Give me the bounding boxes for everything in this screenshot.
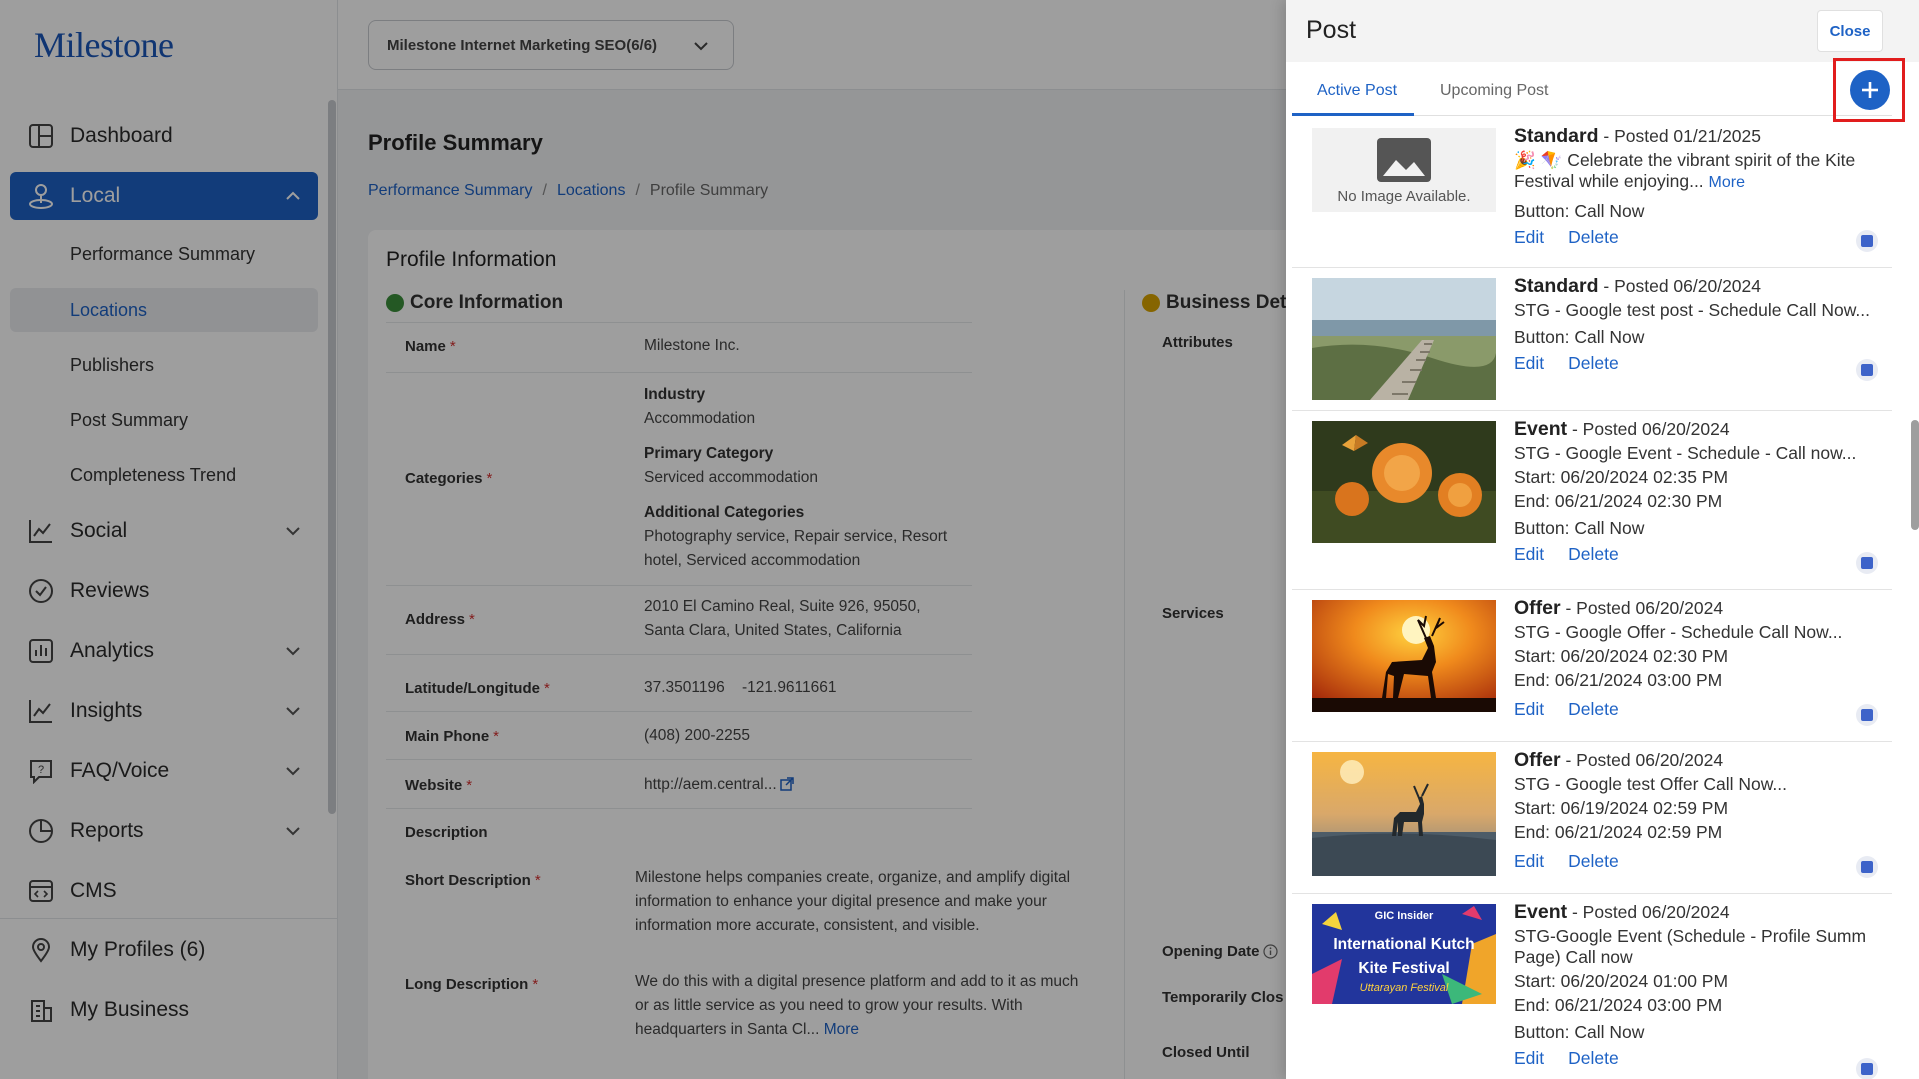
post-button-text: Button: Call Now bbox=[1514, 327, 1645, 347]
panel-scrollbar[interactable] bbox=[1911, 420, 1919, 530]
close-button[interactable]: Close bbox=[1817, 10, 1883, 52]
delete-link[interactable]: Delete bbox=[1568, 353, 1619, 373]
google-business-icon bbox=[1856, 359, 1878, 381]
post-item: Offer - Posted 06/20/2024 STG - Google t… bbox=[1292, 742, 1892, 894]
edit-link[interactable]: Edit bbox=[1514, 699, 1544, 719]
post-type: Standard bbox=[1514, 275, 1599, 297]
post-text: 🎉 🪁 Celebrate the vibrant spirit of the … bbox=[1514, 150, 1856, 170]
post-image bbox=[1312, 600, 1496, 712]
post-type: Offer bbox=[1514, 749, 1561, 771]
delete-link[interactable]: Delete bbox=[1568, 1048, 1619, 1068]
post-text: STG-Google Event (Schedule - Profile Sum… bbox=[1514, 926, 1867, 946]
post-end: End: 06/21/2024 03:00 PM bbox=[1514, 670, 1723, 690]
post-text: STG - Google Offer - Schedule Call Now..… bbox=[1514, 622, 1843, 642]
post-date: - Posted 06/20/2024 bbox=[1567, 902, 1730, 922]
post-item: Standard - Posted 06/20/2024 STG - Googl… bbox=[1292, 268, 1892, 411]
edit-link[interactable]: Edit bbox=[1514, 353, 1544, 373]
post-type: Standard bbox=[1514, 125, 1599, 147]
post-item: Event - Posted 06/20/2024 STG - Google E… bbox=[1292, 411, 1892, 590]
post-start: Start: 06/20/2024 02:35 PM bbox=[1514, 467, 1729, 487]
post-date: - Posted 06/20/2024 bbox=[1598, 276, 1761, 296]
post-image bbox=[1312, 752, 1496, 876]
post-start: Start: 06/20/2024 02:30 PM bbox=[1514, 646, 1729, 666]
google-business-icon bbox=[1856, 704, 1878, 726]
modal-backdrop[interactable] bbox=[0, 0, 1286, 1079]
deer-meadow-image bbox=[1312, 752, 1496, 876]
post-panel-title: Post bbox=[1306, 16, 1357, 44]
tab-active-post[interactable]: Active Post bbox=[1317, 82, 1397, 100]
delete-link[interactable]: Delete bbox=[1568, 699, 1619, 719]
deer-sunset-image bbox=[1312, 600, 1496, 712]
no-image-text: No Image Available. bbox=[1337, 188, 1471, 205]
google-business-icon bbox=[1856, 230, 1878, 252]
post-date: - Posted 06/20/2024 bbox=[1560, 750, 1724, 770]
edit-link[interactable]: Edit bbox=[1514, 1048, 1544, 1068]
kite-banner-brand: GIC Insider bbox=[1374, 910, 1434, 922]
google-business-icon bbox=[1856, 856, 1878, 878]
post-item: GIC Insider International Kutch Kite Fes… bbox=[1292, 894, 1892, 1079]
kite-banner-tagline: Uttarayan Festival bbox=[1359, 982, 1449, 994]
edit-link[interactable]: Edit bbox=[1514, 851, 1544, 871]
post-end: End: 06/21/2024 02:30 PM bbox=[1514, 491, 1723, 511]
add-post-button[interactable] bbox=[1850, 70, 1890, 110]
post-text: STG - Google Event - Schedule - Call now… bbox=[1514, 443, 1857, 463]
post-button-text: Button: Call Now bbox=[1514, 201, 1645, 221]
post-panel-header: Post Close bbox=[1286, 0, 1919, 62]
post-item: Offer - Posted 06/20/2024 STG - Google O… bbox=[1292, 590, 1892, 742]
edit-link[interactable]: Edit bbox=[1514, 227, 1544, 247]
post-type: Event bbox=[1514, 901, 1568, 923]
post-text: Festival while enjoying... bbox=[1514, 171, 1704, 191]
post-date: - Posted 06/20/2024 bbox=[1560, 598, 1724, 618]
boardwalk-image bbox=[1312, 278, 1496, 400]
post-item: No Image Available. Standard - Posted 01… bbox=[1292, 118, 1892, 268]
post-text: STG - Google test Offer Call Now... bbox=[1514, 774, 1787, 794]
active-tab-indicator bbox=[1292, 113, 1414, 116]
kite-banner-title: International Kutch bbox=[1333, 936, 1475, 953]
post-date: - Posted 06/20/2024 bbox=[1567, 419, 1730, 439]
google-business-icon bbox=[1856, 552, 1878, 574]
tab-upcoming-post[interactable]: Upcoming Post bbox=[1440, 82, 1549, 100]
post-info: Standard - Posted 01/21/2025 🎉 🪁 Celebra… bbox=[1514, 126, 1884, 248]
post-info: Offer - Posted 06/20/2024 STG - Google O… bbox=[1514, 598, 1884, 720]
post-image: GIC Insider International Kutch Kite Fes… bbox=[1312, 904, 1496, 1004]
post-info: Event - Posted 06/20/2024 STG - Google E… bbox=[1514, 419, 1884, 565]
google-business-icon bbox=[1856, 1058, 1878, 1079]
more-link[interactable]: More bbox=[1709, 174, 1745, 191]
post-button-text: Button: Call Now bbox=[1514, 518, 1645, 538]
delete-link[interactable]: Delete bbox=[1568, 851, 1619, 871]
no-image-placeholder: No Image Available. bbox=[1312, 128, 1496, 212]
post-image bbox=[1312, 278, 1496, 400]
delete-link[interactable]: Delete bbox=[1568, 544, 1619, 564]
delete-link[interactable]: Delete bbox=[1568, 227, 1619, 247]
post-button-text: Button: Call Now bbox=[1514, 1022, 1645, 1042]
post-info: Standard - Posted 06/20/2024 STG - Googl… bbox=[1514, 276, 1884, 374]
edit-link[interactable]: Edit bbox=[1514, 544, 1544, 564]
post-tabs: Active Post Upcoming Post bbox=[1292, 68, 1892, 116]
post-text: STG - Google test post - Schedule Call N… bbox=[1514, 300, 1870, 320]
post-start: Start: 06/19/2024 02:59 PM bbox=[1514, 798, 1729, 818]
post-info: Event - Posted 06/20/2024 STG-Google Eve… bbox=[1514, 902, 1884, 1069]
post-type: Event bbox=[1514, 418, 1568, 440]
flowers-image bbox=[1312, 421, 1496, 543]
post-info: Offer - Posted 06/20/2024 STG - Google t… bbox=[1514, 750, 1884, 872]
post-end: End: 06/21/2024 03:00 PM bbox=[1514, 995, 1723, 1015]
post-start: Start: 06/20/2024 01:00 PM bbox=[1514, 971, 1729, 991]
post-image bbox=[1312, 421, 1496, 543]
plus-icon bbox=[1862, 82, 1878, 98]
post-date: - Posted 01/21/2025 bbox=[1598, 126, 1761, 146]
post-text: Page) Call now bbox=[1514, 947, 1633, 967]
post-type: Offer bbox=[1514, 597, 1561, 619]
post-end: End: 06/21/2024 02:59 PM bbox=[1514, 822, 1723, 842]
kite-banner-subtitle: Kite Festival bbox=[1358, 960, 1450, 977]
